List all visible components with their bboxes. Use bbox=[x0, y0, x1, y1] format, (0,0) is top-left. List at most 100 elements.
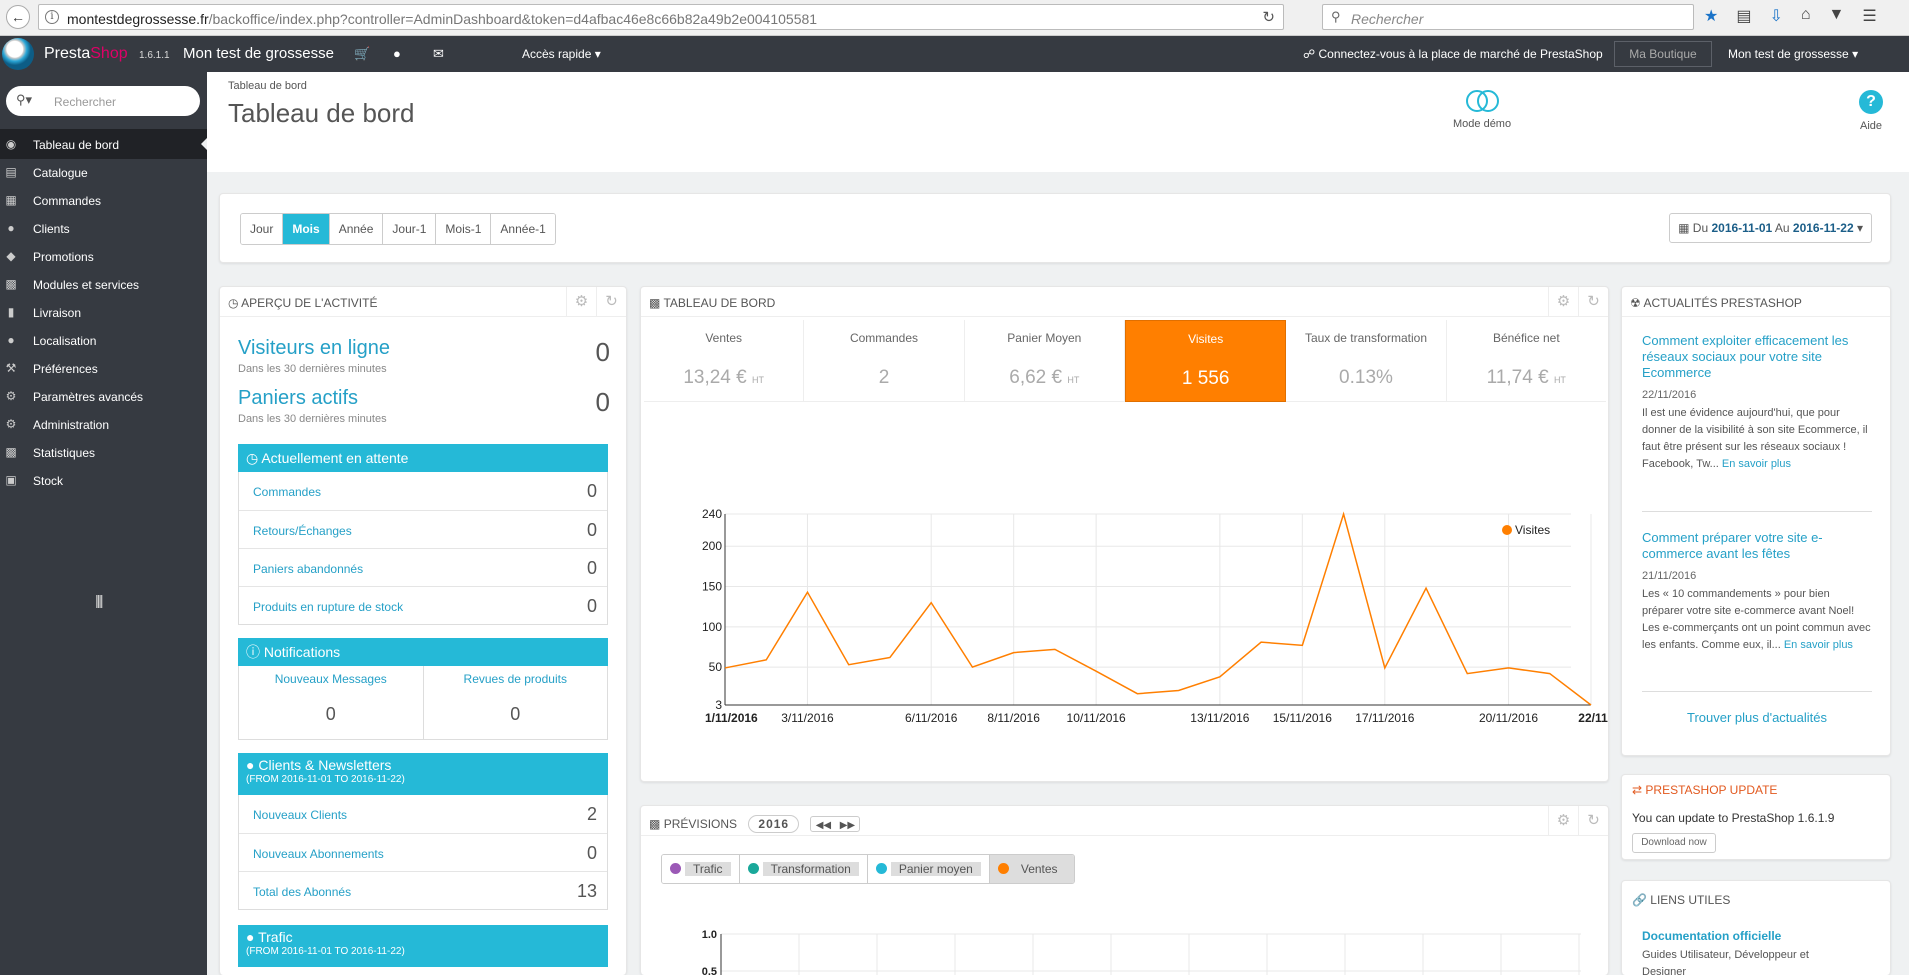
book-icon: ▤ bbox=[5, 165, 17, 179]
period-month-button[interactable]: Mois bbox=[283, 214, 330, 244]
period-prev-year-button[interactable]: Année-1 bbox=[491, 214, 555, 244]
stock-icon: ▣ bbox=[5, 473, 17, 487]
config-icon[interactable]: ⚙ bbox=[1548, 287, 1578, 317]
employee-menu[interactable]: Mon test de grossesse ▾ bbox=[1728, 47, 1858, 61]
sidebar-item-catalog[interactable]: ▤ Catalogue bbox=[0, 157, 207, 187]
visits-line-chart: 3 50 100 150 200 240 1/11/2016 3/11/2016 6/11/20… bbox=[702, 507, 1608, 725]
sidebar-item-advanced[interactable]: ⚙ Paramètres avancés bbox=[0, 381, 207, 411]
sidebar-search-input[interactable]: ⚲▾ Rechercher bbox=[6, 86, 200, 116]
read-more-link[interactable]: En savoir plus bbox=[1722, 458, 1791, 470]
sidebar-item-stats[interactable]: ▩ Statistiques bbox=[0, 437, 207, 467]
filter-sales[interactable]: Ventes bbox=[989, 855, 1074, 883]
sidebar-item-orders[interactable]: ▦ Commandes bbox=[0, 185, 207, 215]
activity-header: ◷ Aperçu de l'activité ⚙ ↻ bbox=[220, 287, 626, 317]
period-prev-month-button[interactable]: Mois-1 bbox=[436, 214, 492, 244]
kpi-average-cart[interactable]: Panier Moyen 6,62 € HT bbox=[964, 320, 1125, 402]
notifications-header: ⓘ Notifications bbox=[238, 638, 608, 666]
clients-header: ● Clients & Newsletters (FROM 2016-11-01 … bbox=[238, 753, 608, 795]
previous-year-icon[interactable]: ◀◀ bbox=[811, 820, 835, 831]
notifications: Nouveaux Messages 0 Revues de produits 0 bbox=[238, 666, 608, 740]
period-prev-day-button[interactable]: Jour-1 bbox=[383, 214, 437, 244]
y-tick-label: 50 bbox=[709, 660, 723, 674]
kpi-visits[interactable]: Visites 1 556 bbox=[1124, 320, 1287, 402]
kpi-net-profit[interactable]: Bénéfice net 11,74 € HT bbox=[1446, 320, 1606, 402]
year-selector[interactable]: 2016 bbox=[748, 815, 800, 833]
quick-access-menu[interactable]: Accès rapide ▾ bbox=[522, 47, 601, 61]
cart-icon[interactable]: 🛒 bbox=[354, 46, 370, 62]
envelope-icon[interactable]: ✉ bbox=[433, 46, 444, 62]
read-more-link[interactable]: En savoir plus bbox=[1784, 639, 1853, 651]
exclamation-icon: ⓘ bbox=[246, 644, 260, 660]
period-year-button[interactable]: Année bbox=[329, 214, 384, 244]
previsions-chart: 1.0 0.5 bbox=[702, 929, 1581, 975]
page-header: Tableau de bord Tableau de bord Mode dém… bbox=[207, 72, 1909, 172]
user-icon[interactable]: ● bbox=[393, 46, 401, 61]
sidebar-item-localization[interactable]: ● Localisation bbox=[0, 325, 207, 355]
back-arrow-icon[interactable]: ← bbox=[6, 5, 30, 29]
y-tick-label: 1.0 bbox=[702, 929, 717, 941]
kpi-conversion[interactable]: Taux de transformation 0.13% bbox=[1286, 320, 1447, 402]
kpi-sales[interactable]: Ventes 13,24 € HT bbox=[644, 320, 805, 402]
browser-search-input[interactable]: ⚲ Rechercher bbox=[1322, 4, 1694, 30]
config-icon[interactable]: ⚙ bbox=[1548, 806, 1578, 836]
sidebar-item-administration[interactable]: ⚙ Administration bbox=[0, 409, 207, 439]
help-icon: ? bbox=[1859, 90, 1883, 114]
date-range-picker[interactable]: ▦ Du 2016-11-01 Au 2016-11-22 ▾ bbox=[1669, 213, 1872, 243]
sidebar-item-dashboard[interactable]: ◉ Tableau de bord bbox=[0, 129, 207, 159]
period-panel: Jour Mois Année Jour-1 Mois-1 Année-1 ▦ … bbox=[219, 193, 1891, 263]
info-icon[interactable]: i bbox=[45, 10, 59, 24]
refresh-icon[interactable]: ↻ bbox=[1578, 287, 1608, 317]
download-icon[interactable]: ⇩ bbox=[1769, 6, 1782, 26]
sidebar-item-shipping[interactable]: ▮ Livraison bbox=[0, 297, 207, 327]
wrench-icon: ⚒ bbox=[5, 361, 17, 375]
kpi-tabs: Ventes 13,24 € HT Commandes 2 Panier Moyen… bbox=[644, 320, 1606, 402]
brand[interactable]: PrestaShop bbox=[44, 45, 128, 63]
sidebar-item-stock[interactable]: ▣ Stock bbox=[0, 465, 207, 495]
demo-mode-button[interactable]: Mode démo bbox=[1453, 90, 1511, 130]
legend-marker bbox=[1502, 525, 1512, 535]
list-item: Paniers abandonnés 0 bbox=[239, 548, 607, 586]
breadcrumb[interactable]: Tableau de bord bbox=[228, 80, 307, 92]
prestashop-logo[interactable] bbox=[2, 38, 34, 70]
reading-list-icon[interactable]: ▤ bbox=[1736, 6, 1751, 26]
url-text[interactable]: montestdegrossesse.fr/backoffice/index.p… bbox=[67, 11, 817, 27]
collapse-sidebar-icon[interactable]: |||| bbox=[95, 592, 103, 608]
toggle-icon bbox=[1466, 90, 1500, 112]
dashboard-header: ▩ Tableau de bord ⚙ ↻ bbox=[641, 287, 1608, 317]
sidebar-item-modules[interactable]: ▩ Modules et services bbox=[0, 269, 207, 299]
sidebar-item-promotions[interactable]: ◆ Promotions bbox=[0, 241, 207, 271]
search-icon: ⚲▾ bbox=[16, 92, 33, 107]
config-icon[interactable]: ⚙ bbox=[566, 287, 596, 317]
kpi-orders[interactable]: Commandes 2 bbox=[804, 320, 965, 402]
refresh-icon[interactable]: ↻ bbox=[1578, 806, 1608, 836]
x-tick-label: 1/11/2016 bbox=[705, 711, 758, 725]
sidebar-item-customers[interactable]: ● Clients bbox=[0, 213, 207, 243]
bookmark-star-icon[interactable]: ★ bbox=[1704, 6, 1718, 26]
filter-average-cart[interactable]: Panier moyen bbox=[867, 855, 990, 883]
clock-icon: ◷ bbox=[246, 450, 259, 466]
bar-chart-icon: ▩ bbox=[649, 817, 661, 831]
truck-icon: ▮ bbox=[7, 305, 15, 319]
download-now-button[interactable]: Download now bbox=[1632, 833, 1716, 853]
globe-icon: ● bbox=[7, 333, 15, 347]
my-shop-button[interactable]: Ma Boutique bbox=[1614, 41, 1712, 67]
marketplace-link[interactable]: ☍ Connectez-vous à la place de marché de… bbox=[1303, 47, 1603, 61]
refresh-icon[interactable]: ↻ bbox=[596, 287, 626, 317]
help-button[interactable]: ? Aide bbox=[1859, 90, 1883, 132]
address-bar[interactable]: i montestdegrossesse.fr/backoffice/index… bbox=[38, 4, 1284, 30]
pocket-icon[interactable]: ▼ bbox=[1829, 6, 1845, 26]
shop-name[interactable]: Mon test de grossesse bbox=[183, 45, 334, 62]
next-year-icon[interactable]: ▶▶ bbox=[835, 820, 859, 831]
menu-icon[interactable]: ☰ bbox=[1862, 6, 1876, 26]
reload-icon[interactable]: ↻ bbox=[1262, 8, 1275, 26]
clients-list: Nouveaux Clients 2 Nouveaux Abonnements 0 … bbox=[238, 795, 608, 910]
divider bbox=[1642, 511, 1872, 512]
more-news-link[interactable]: Trouver plus d'actualités bbox=[1622, 710, 1892, 725]
sidebar-item-preferences[interactable]: ⚒ Préférences bbox=[0, 353, 207, 383]
period-day-button[interactable]: Jour bbox=[241, 214, 284, 244]
home-icon[interactable]: ⌂ bbox=[1801, 6, 1811, 26]
filter-conversion[interactable]: Transformation bbox=[739, 855, 868, 883]
active-carts: Paniers actifs Dans les 30 dernières min… bbox=[238, 387, 610, 425]
filter-traffic[interactable]: Trafic bbox=[662, 855, 740, 883]
documentation-link[interactable]: Documentation officielle bbox=[1642, 929, 1781, 943]
